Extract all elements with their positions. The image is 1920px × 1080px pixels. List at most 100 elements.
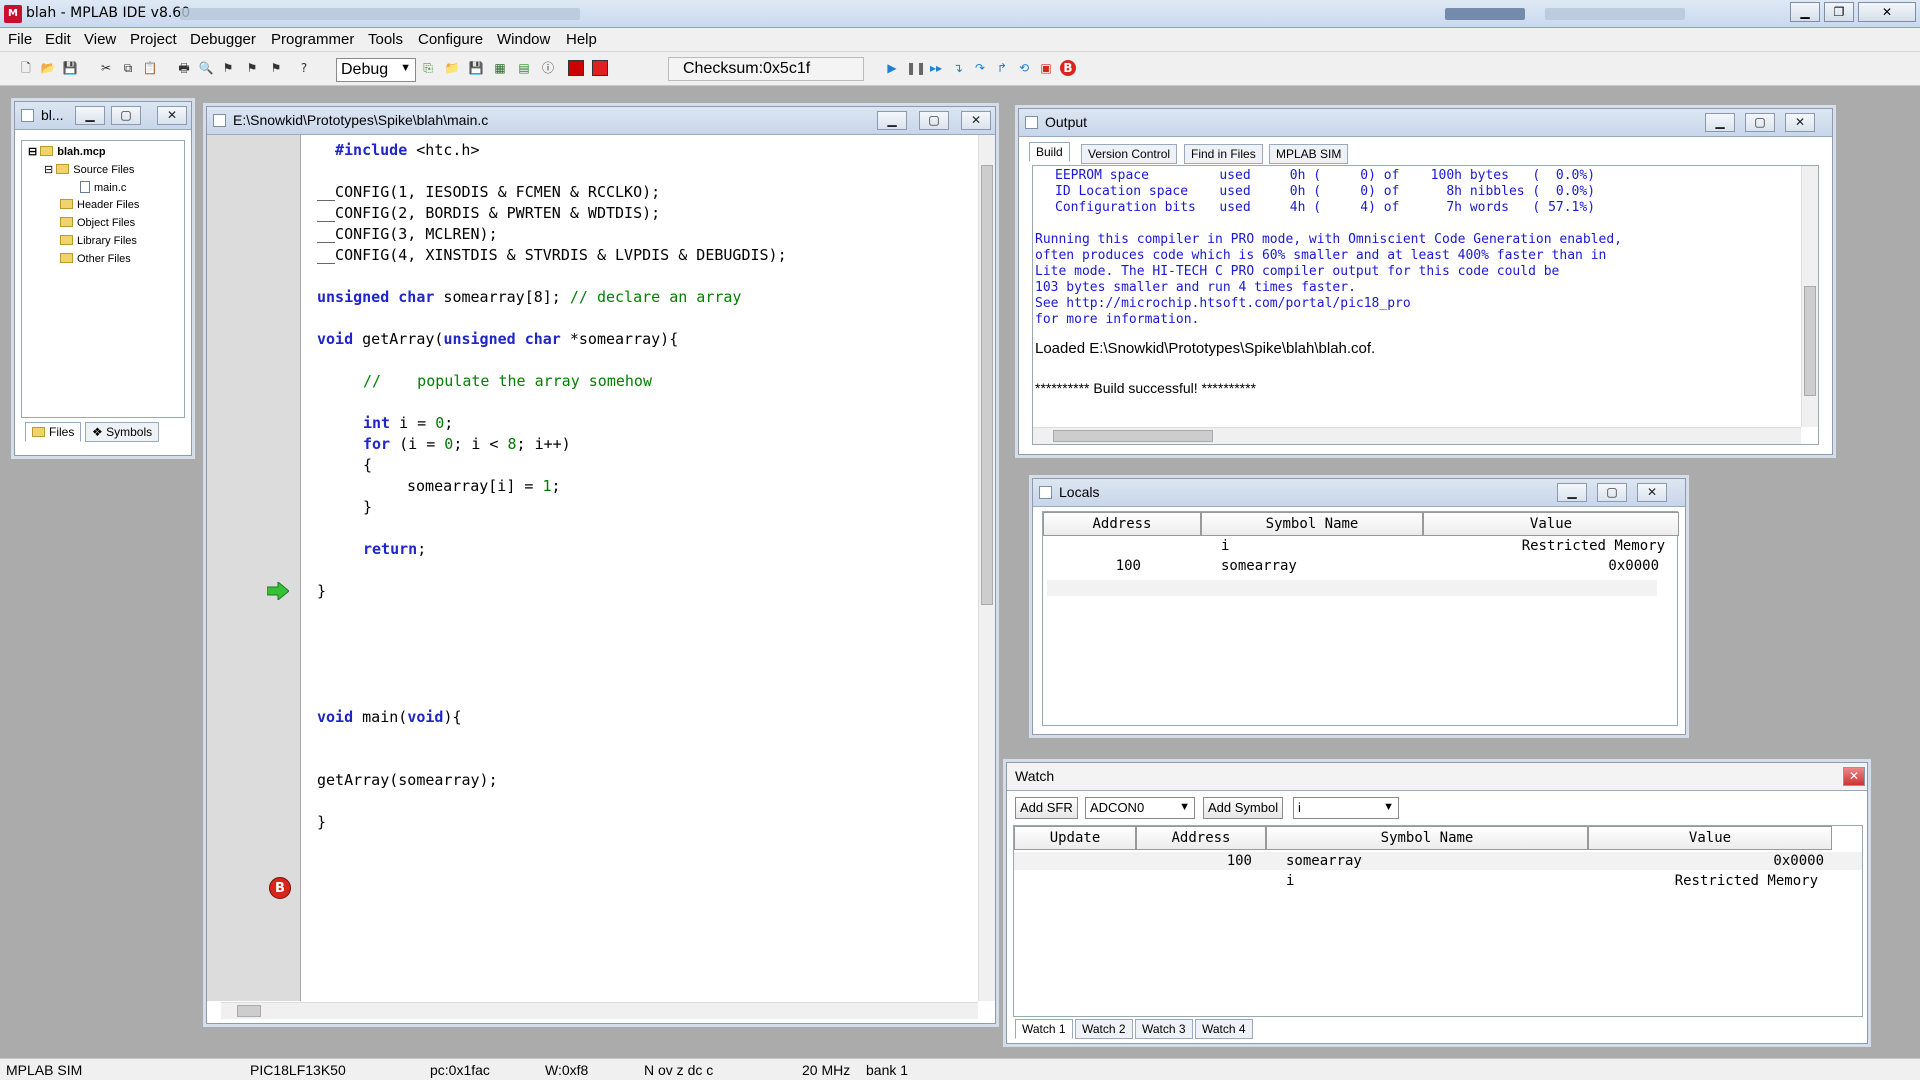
- table-row[interactable]: [1047, 580, 1657, 596]
- tab-watch-1[interactable]: Watch 1: [1015, 1019, 1073, 1039]
- editor-horizontal-scrollbar[interactable]: [221, 1002, 978, 1019]
- menu-configure[interactable]: Configure: [418, 31, 483, 48]
- find-icon[interactable]: 🔍: [198, 60, 214, 76]
- tab-watch-3[interactable]: Watch 3: [1135, 1019, 1193, 1039]
- tab-version-control[interactable]: Version Control: [1081, 144, 1178, 164]
- save-project-icon[interactable]: 💾: [468, 60, 484, 76]
- menu-file[interactable]: File: [8, 31, 32, 48]
- tab-files[interactable]: Files: [25, 422, 82, 442]
- bookmark-next-icon[interactable]: ⚑: [244, 60, 260, 76]
- tree-item-library-files[interactable]: Library Files: [60, 235, 137, 247]
- table-row[interactable]: i Restricted Memory: [1014, 872, 1862, 890]
- sfr-select[interactable]: ADCON0 ▼: [1085, 797, 1195, 819]
- add-sfr-button[interactable]: Add SFR: [1015, 797, 1078, 819]
- output-minimize-button[interactable]: ▁: [1705, 113, 1735, 132]
- output-hscroll-thumb[interactable]: [1053, 430, 1213, 442]
- locals-header-value[interactable]: Value: [1423, 512, 1679, 536]
- open-folder-icon[interactable]: 📂: [40, 60, 56, 76]
- tree-item-other-files[interactable]: Other Files: [60, 253, 131, 265]
- menu-help[interactable]: Help: [566, 31, 597, 48]
- bookmark-prev-icon[interactable]: ⚑: [268, 60, 284, 76]
- animate-icon[interactable]: ▸▸: [928, 60, 944, 76]
- tree-item-header-files[interactable]: Header Files: [60, 199, 139, 211]
- info-icon[interactable]: ⓘ: [540, 60, 556, 76]
- help-icon[interactable]: ?: [296, 60, 312, 76]
- copy-icon[interactable]: ⧉: [120, 60, 136, 76]
- editor-vertical-scrollbar[interactable]: [978, 135, 995, 1001]
- tab-symbols[interactable]: ❖ Symbols: [85, 422, 160, 442]
- breakpoint-icon[interactable]: B: [269, 877, 291, 899]
- output-text-area[interactable]: EEPROM space used 0h ( 0) of 100h bytes …: [1032, 165, 1819, 445]
- menu-tools[interactable]: Tools: [368, 31, 403, 48]
- editor-close-button[interactable]: ✕: [961, 111, 991, 130]
- tab-watch-2[interactable]: Watch 2: [1075, 1019, 1133, 1039]
- editor-maximize-button[interactable]: ▢: [919, 111, 949, 130]
- program-target-icon[interactable]: [568, 60, 584, 76]
- new-project-icon[interactable]: ⎘: [420, 60, 436, 76]
- save-icon[interactable]: 💾: [62, 60, 78, 76]
- locals-maximize-button[interactable]: ▢: [1597, 483, 1627, 502]
- output-vertical-scrollbar[interactable]: [1801, 166, 1818, 427]
- project-close-button[interactable]: ✕: [157, 106, 187, 125]
- step-out-icon[interactable]: ↱: [994, 60, 1010, 76]
- menu-edit[interactable]: Edit: [45, 31, 71, 48]
- tree-item-source-files[interactable]: ⊟ Source Files: [44, 163, 134, 176]
- menu-view[interactable]: View: [84, 31, 116, 48]
- reset-target-icon[interactable]: [592, 60, 608, 76]
- print-icon[interactable]: 🖶: [176, 60, 192, 76]
- new-file-icon[interactable]: 🗋: [18, 60, 34, 76]
- project-minimize-button[interactable]: ▁: [75, 106, 105, 125]
- locals-minimize-button[interactable]: ▁: [1557, 483, 1587, 502]
- breakpoints-icon[interactable]: ▣: [1038, 60, 1054, 76]
- table-row[interactable]: 100 somearray 0x0000: [1014, 852, 1862, 870]
- editor-hscroll-thumb[interactable]: [237, 1005, 261, 1017]
- watch-close-button[interactable]: ✕: [1843, 767, 1865, 786]
- tab-mplab-sim[interactable]: MPLAB SIM: [1269, 144, 1349, 164]
- breakpoint-icon[interactable]: B: [1060, 60, 1076, 76]
- project-maximize-button[interactable]: ▢: [111, 106, 141, 125]
- symbol-select[interactable]: i ▼: [1293, 797, 1399, 819]
- watch-header-symbol[interactable]: Symbol Name: [1266, 826, 1588, 850]
- tree-item-object-files[interactable]: Object Files: [60, 217, 135, 229]
- menu-project[interactable]: Project: [130, 31, 177, 48]
- menu-debugger[interactable]: Debugger: [190, 31, 256, 48]
- paste-icon[interactable]: 📋: [142, 60, 158, 76]
- watch-header-address[interactable]: Address: [1136, 826, 1266, 850]
- locals-header-symbol[interactable]: Symbol Name: [1201, 512, 1423, 536]
- close-button[interactable]: ✕: [1858, 2, 1916, 22]
- output-close-button[interactable]: ✕: [1785, 113, 1815, 132]
- output-horizontal-scrollbar[interactable]: [1033, 427, 1801, 444]
- minimize-button[interactable]: ▁: [1790, 2, 1820, 22]
- watch-header-update[interactable]: Update: [1014, 826, 1136, 850]
- bookmark-icon[interactable]: ⚑: [220, 60, 236, 76]
- add-symbol-button[interactable]: Add Symbol: [1203, 797, 1284, 819]
- editor-minimize-button[interactable]: ▁: [877, 111, 907, 130]
- build-all-icon[interactable]: ▤: [516, 60, 532, 76]
- halt-icon[interactable]: ❚❚: [906, 60, 926, 76]
- editor-scroll-thumb[interactable]: [981, 165, 993, 605]
- menu-window[interactable]: Window: [497, 31, 550, 48]
- make-icon[interactable]: ▦: [492, 60, 508, 76]
- run-icon[interactable]: ▶: [884, 60, 900, 76]
- step-into-icon[interactable]: ↴: [950, 60, 966, 76]
- step-over-icon[interactable]: ↷: [972, 60, 988, 76]
- tree-toggle[interactable]: ⊟: [44, 164, 56, 176]
- tree-toggle[interactable]: ⊟: [28, 146, 40, 158]
- maximize-button[interactable]: ❐: [1824, 2, 1854, 22]
- output-maximize-button[interactable]: ▢: [1745, 113, 1775, 132]
- locals-header-address[interactable]: Address: [1043, 512, 1201, 536]
- tab-watch-4[interactable]: Watch 4: [1195, 1019, 1253, 1039]
- tree-root[interactable]: ⊟ blah.mcp: [28, 145, 106, 158]
- reset-icon[interactable]: ⟲: [1016, 60, 1032, 76]
- cut-icon[interactable]: ✂: [98, 60, 114, 76]
- tree-item-main-c[interactable]: main.c: [80, 181, 126, 194]
- menu-programmer[interactable]: Programmer: [271, 31, 354, 48]
- locals-close-button[interactable]: ✕: [1637, 483, 1667, 502]
- open-project-icon[interactable]: 📁: [444, 60, 460, 76]
- editor-gutter[interactable]: [207, 135, 301, 1001]
- tab-find-in-files[interactable]: Find in Files: [1184, 144, 1263, 164]
- build-config-select[interactable]: Debug ▼: [336, 58, 416, 82]
- tab-build[interactable]: Build: [1029, 142, 1070, 162]
- output-scroll-thumb[interactable]: [1804, 286, 1816, 396]
- watch-header-value[interactable]: Value: [1588, 826, 1832, 850]
